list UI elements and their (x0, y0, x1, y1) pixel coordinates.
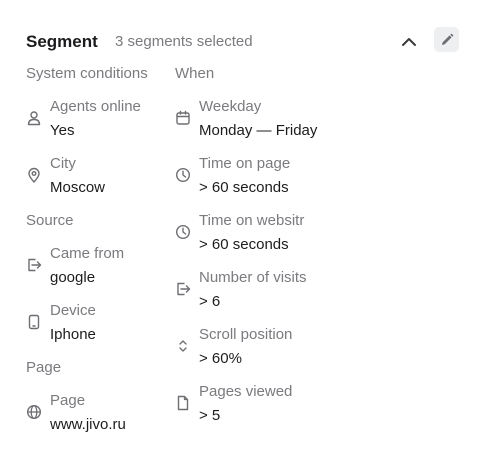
condition-label: Scroll position (199, 326, 293, 343)
scroll-arrows-icon (175, 338, 191, 354)
section-title-page: Page (26, 359, 62, 376)
condition-value: Iphone (50, 326, 96, 343)
person-icon (26, 110, 42, 126)
globe-icon (26, 404, 42, 420)
condition-time-on-page: Time on page > 60 seconds (175, 155, 375, 205)
condition-label: Number of visits (199, 269, 307, 286)
condition-value: > 5 (199, 407, 221, 424)
condition-label: Pages viewed (199, 383, 293, 400)
condition-label: Device (50, 302, 96, 319)
condition-value: > 60 seconds (199, 236, 289, 253)
location-pin-icon (26, 167, 42, 183)
condition-label: Time on page (199, 155, 291, 172)
condition-scroll-position: Scroll position > 60% (175, 326, 375, 376)
section-title-when: When (175, 65, 215, 82)
condition-page: Page www.jivo.ru (26, 392, 196, 442)
condition-label: Agents online (50, 98, 141, 115)
condition-time-on-website: Time on websitr > 60 seconds (175, 212, 375, 262)
sign-in-icon (175, 281, 191, 297)
condition-label: Page (50, 392, 86, 409)
edit-button[interactable] (434, 27, 459, 52)
segments-selected-count: 3 segments selected (115, 33, 253, 50)
condition-weekday: Weekday Monday — Friday (175, 98, 375, 148)
condition-value: > 6 (199, 293, 221, 310)
condition-value: google (50, 269, 96, 286)
collapse-button[interactable] (397, 30, 421, 54)
clock-icon (175, 167, 191, 183)
condition-value: Yes (50, 122, 75, 139)
condition-device: Device Iphone (26, 302, 196, 352)
condition-city: City Moscow (26, 155, 196, 205)
condition-agents-online: Agents online Yes (26, 98, 196, 148)
condition-number-of-visits: Number of visits > 6 (175, 269, 375, 319)
calendar-icon (175, 110, 191, 126)
condition-value: > 60% (199, 350, 242, 367)
section-title-system-conditions: System conditions (26, 65, 148, 82)
condition-label: Weekday (199, 98, 262, 115)
segment-header: Segment 3 segments selected (26, 27, 459, 56)
chevron-up-icon (402, 38, 416, 46)
pencil-icon (441, 33, 453, 45)
condition-value: www.jivo.ru (50, 416, 126, 433)
condition-label: City (50, 155, 76, 172)
condition-value: Monday — Friday (199, 122, 318, 139)
document-icon (175, 395, 191, 411)
condition-label: Time on websitr (199, 212, 305, 229)
condition-came-from: Came from google (26, 245, 196, 295)
condition-value: Moscow (50, 179, 106, 196)
condition-value: > 60 seconds (199, 179, 289, 196)
segment-title: Segment (26, 32, 98, 51)
phone-icon (26, 314, 42, 330)
condition-label: Came from (50, 245, 125, 262)
clock-icon (175, 224, 191, 240)
segment-panel: Segment 3 segments selected System condi… (0, 0, 489, 450)
condition-pages-viewed: Pages viewed > 5 (175, 383, 375, 433)
section-title-source: Source (26, 212, 74, 229)
sign-in-icon (26, 257, 42, 273)
